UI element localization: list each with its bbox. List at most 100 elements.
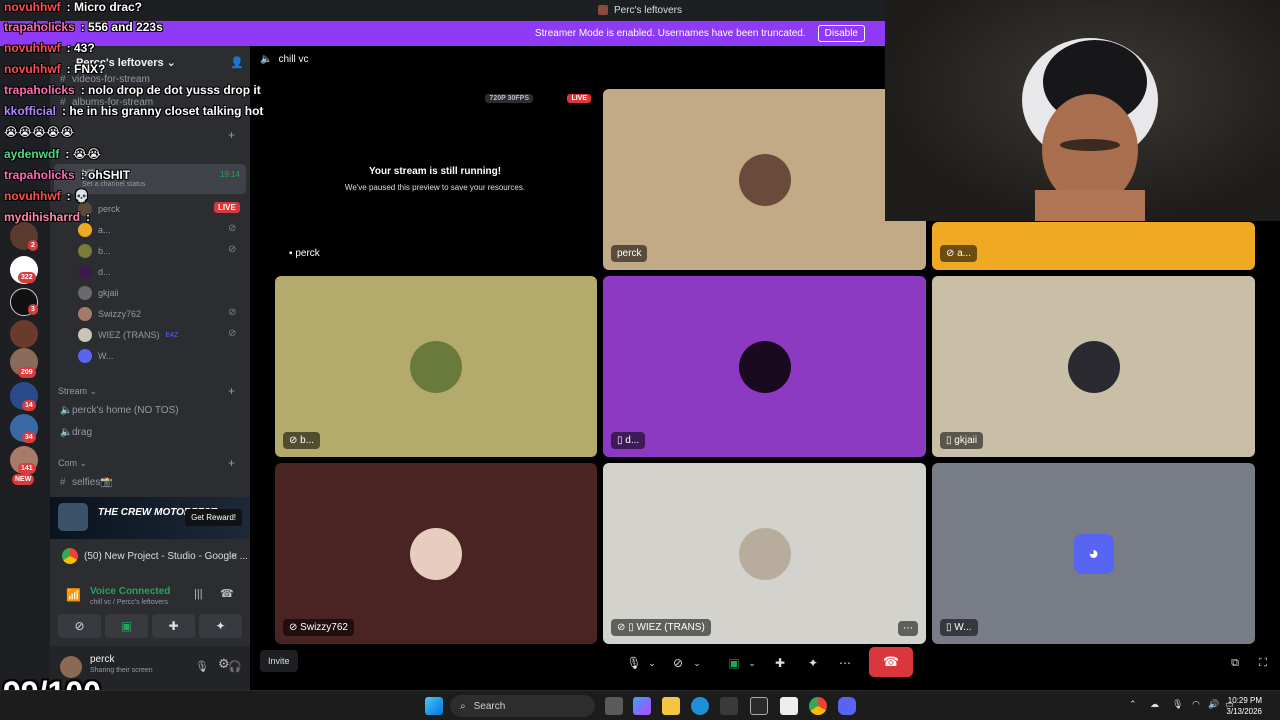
mic-icon[interactable]: 🎙 — [195, 660, 209, 673]
voice-member[interactable]: Swizzy762 — [78, 307, 141, 321]
voice-member[interactable]: W... — [78, 349, 114, 363]
muted-icon: ⊘ — [228, 328, 237, 339]
mention-badge: 3 — [28, 304, 38, 315]
category-com[interactable]: Com ⌄ — [58, 458, 87, 469]
soundboard-icon[interactable]: ✦ — [199, 614, 242, 638]
more-icon[interactable]: ⋯ — [898, 621, 918, 636]
paused-subtitle: We've paused this preview to save your r… — [344, 183, 526, 192]
participant-tile[interactable]: ▯ gkjaii — [932, 276, 1255, 457]
live-badge: LIVE — [214, 202, 240, 213]
copilot-icon[interactable] — [633, 697, 651, 715]
voice-member[interactable]: perck — [78, 202, 120, 216]
app-icon[interactable] — [750, 697, 768, 715]
voice-channel[interactable]: 🔈perck's home (NO TOS) — [60, 405, 179, 416]
headset-icon[interactable]: 🎧 — [228, 660, 242, 673]
disconnect-button[interactable]: ☎ — [869, 647, 913, 677]
chevron-down-icon[interactable]: ⌄ — [746, 649, 758, 677]
search-placeholder: Search — [473, 700, 506, 712]
mention-badge: 2 — [28, 240, 38, 251]
mic-icon[interactable]: 🎙 — [1172, 699, 1183, 710]
soundboard-icon[interactable]: ✦ — [803, 649, 823, 677]
mic-icon[interactable]: 🎙 — [624, 649, 644, 677]
app-icon[interactable] — [780, 697, 798, 715]
add-channel-icon[interactable]: + — [228, 456, 235, 470]
gear-icon[interactable]: ⚙ — [218, 656, 230, 672]
participant-tile[interactable]: ◕ ▯ W... — [932, 463, 1255, 644]
screenshare-icon[interactable]: ▣ — [724, 649, 744, 677]
get-reward-button[interactable]: Get Reward! — [185, 509, 242, 526]
server-name[interactable]: Percc's leftovers ⌄ — [76, 56, 176, 69]
avatar — [1067, 340, 1120, 393]
promo-banner[interactable]: THE CREW MOTORFEST Get Reward! — [50, 497, 250, 539]
add-channel-icon[interactable]: + — [228, 384, 235, 398]
file-explorer-icon[interactable] — [662, 697, 680, 715]
channel-videos[interactable]: # videos-for-stream — [60, 74, 150, 85]
task-view-icon[interactable] — [605, 697, 623, 715]
avatar — [410, 340, 462, 393]
chrome-icon[interactable] — [809, 697, 827, 715]
close-icon[interactable]: ✕ — [230, 551, 238, 562]
edge-icon[interactable] — [691, 697, 709, 715]
paused-message: Your stream is still running! We've paus… — [275, 166, 595, 192]
signal-icon[interactable]: 📶 — [66, 588, 81, 602]
chevron-up-icon[interactable]: ⌃ — [1129, 699, 1137, 710]
stream-tile[interactable]: 720P 30FPS LIVE Your stream is still run… — [275, 89, 597, 270]
muted-icon: ⊘ — [228, 223, 237, 234]
category-stream[interactable]: Stream ⌄ — [58, 386, 97, 397]
server-rail: 2 322 3 209 14 34 141 NEW — [0, 46, 50, 690]
banner-text: Streamer Mode is enabled. Usernames have… — [534, 28, 806, 39]
chevron-down-icon[interactable]: ⌄ — [646, 649, 658, 677]
clock[interactable]: 10:29 PM 3/13/2026 — [1226, 695, 1262, 717]
participant-tile[interactable]: ⊘ b... — [275, 276, 597, 457]
participant-tile[interactable]: ⊘ Swizzy762 — [275, 463, 597, 644]
wifi-icon[interactable]: ◠ — [1192, 699, 1200, 710]
voice-channel[interactable]: 🔈drag — [60, 427, 92, 438]
voice-member[interactable]: WIEZ (TRANS) E4Z — [78, 328, 178, 342]
discord-icon[interactable] — [838, 697, 856, 715]
disable-button[interactable]: Disable — [817, 25, 865, 42]
add-channel-icon[interactable]: + — [228, 128, 235, 142]
taskbar-search[interactable]: ⌕ Search — [450, 695, 595, 717]
voice-channel-path[interactable]: chill vc / Percc's leftovers — [90, 599, 168, 606]
volume-icon[interactable]: 🔊 — [1208, 699, 1219, 710]
quality-badge: 720P 30FPS — [485, 94, 533, 103]
tile-label: ▯ d... — [611, 432, 646, 449]
noise-icon[interactable]: ||| — [194, 588, 203, 600]
windows-start-icon[interactable] — [425, 697, 443, 715]
discord-logo: ◕ — [1073, 533, 1114, 574]
participant-tile[interactable]: ▯ d... — [603, 276, 926, 457]
disconnect-icon[interactable]: ☎ — [220, 587, 234, 600]
channel-name: chill vc — [278, 54, 309, 65]
server-icon[interactable] — [10, 320, 38, 348]
more-icon[interactable]: ⋯ — [835, 649, 855, 677]
voice-member[interactable]: gkjaii — [78, 286, 119, 300]
cloud-icon[interactable]: ☁ — [1150, 699, 1159, 710]
channel-albums[interactable]: # albums-for-stream — [60, 97, 153, 108]
popout-icon[interactable]: ⧉ — [1225, 649, 1245, 677]
participant-tile[interactable]: perck — [603, 89, 926, 270]
store-icon[interactable] — [720, 697, 738, 715]
fullscreen-icon[interactable]: ⛶ — [1253, 649, 1273, 677]
user-status: Sharing their screen — [90, 667, 153, 674]
active-voice-channel[interactable]: billi Set a channel status 19:14 — [54, 164, 246, 194]
chevron-down-icon[interactable]: ⌄ — [691, 649, 703, 677]
voice-buttons: ⊘ ▣ ✚ ✦ — [58, 614, 242, 638]
avatar — [410, 527, 462, 580]
camera-off-icon[interactable]: ⊘ — [668, 649, 688, 677]
participant-tile[interactable]: ⊘ a... — [932, 222, 1255, 270]
paused-title: Your stream is still running! — [368, 166, 502, 177]
voice-member[interactable]: a... — [78, 223, 111, 237]
participant-tile[interactable]: ⊘ ▯ WIEZ (TRANS) ⋯ — [603, 463, 926, 644]
activities-icon[interactable]: ✚ — [152, 614, 195, 638]
add-member-icon[interactable]: 👤 — [230, 56, 244, 69]
screenshare-icon[interactable]: ▣ — [105, 614, 148, 638]
voice-member[interactable]: b... — [78, 244, 111, 258]
camera-off-icon[interactable]: ⊘ — [58, 614, 101, 638]
activity-row[interactable]: (50) New Project - Studio - Google ... ✕ — [50, 543, 250, 569]
invite-button[interactable]: Invite — [260, 650, 298, 672]
activities-icon[interactable]: ✚ — [770, 649, 790, 677]
game-logo — [58, 503, 88, 531]
voice-status: Voice Connected — [90, 586, 171, 597]
voice-member[interactable]: d... — [78, 265, 111, 279]
text-channel[interactable]: # selfies📸 — [60, 477, 113, 488]
